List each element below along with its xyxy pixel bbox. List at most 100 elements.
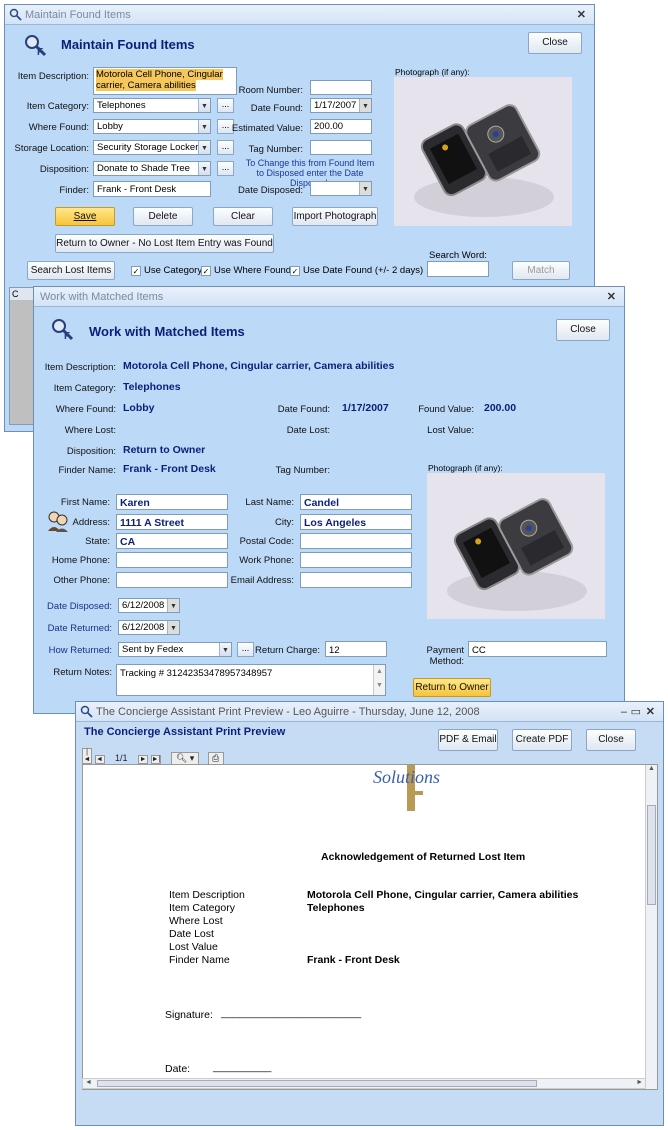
next-page-button[interactable]: ► <box>138 755 149 764</box>
date-found-picker[interactable]: 1/17/2007 ▼ <box>310 98 372 113</box>
search-lost-items-button[interactable]: Search Lost Items <box>27 261 115 280</box>
other-phone-field[interactable] <box>116 572 228 588</box>
use-date-found-checkbox[interactable]: ✓ Use Date Found (+/- 2 days) <box>290 265 423 276</box>
address-field[interactable]: 1111 A Street <box>116 514 228 530</box>
chevron-down-icon[interactable]: ▼ <box>198 99 210 112</box>
preview-page-area: Solutions Acknowledgement of Returned Lo… <box>82 764 658 1090</box>
search-word-field[interactable] <box>427 261 489 277</box>
home-phone-field[interactable] <box>116 552 228 568</box>
city-field[interactable]: Los Angeles <box>300 514 412 530</box>
create-pdf-button[interactable]: Create PDF <box>512 729 572 751</box>
work-phone-field[interactable] <box>300 552 412 568</box>
lost-value-label: Lost Value: <box>427 425 474 436</box>
scroll-thumb[interactable] <box>647 805 656 905</box>
room-number-field[interactable] <box>310 80 372 95</box>
date-returned-label: Date Returned: <box>47 623 112 634</box>
close-icon[interactable]: ✕ <box>646 702 655 722</box>
prev-page-button[interactable]: ◄ <box>94 755 105 764</box>
chevron-down-icon[interactable]: ▼ <box>198 162 210 175</box>
close-button[interactable]: Close <box>556 319 610 341</box>
use-category-checkbox[interactable]: ✓ Use Category <box>131 265 202 276</box>
date-disposed-picker[interactable]: 6/12/2008 ▼ <box>118 598 180 613</box>
close-icon[interactable]: ✕ <box>577 5 586 25</box>
search-word-label: Search Word: <box>429 250 487 261</box>
page-heading: The Concierge Assistant Print Preview <box>84 726 286 738</box>
item-category-label: Item Category: <box>53 383 116 394</box>
app-icon <box>80 705 93 718</box>
horizontal-scrollbar[interactable]: ◄ ► <box>82 1078 646 1089</box>
chevron-down-icon[interactable]: ▼ <box>167 621 179 634</box>
postal-code-field[interactable] <box>300 533 412 549</box>
logo-wordmark: Solutions <box>373 767 441 787</box>
chevron-down-icon[interactable]: ▼ <box>359 99 371 112</box>
date-returned-picker[interactable]: 6/12/2008 ▼ <box>118 620 180 635</box>
email-address-field[interactable] <box>300 572 412 588</box>
maximize-icon[interactable]: ▭ <box>631 702 641 722</box>
first-page-button[interactable]: |◄ <box>82 748 92 764</box>
found-value-value: 200.00 <box>484 402 517 414</box>
item-category-select[interactable]: Telephones ▼ <box>93 98 211 113</box>
save-button[interactable]: Save <box>55 207 115 226</box>
finder-name-value: Frank - Front Desk <box>123 463 216 475</box>
item-category-label: Item Category: <box>26 101 89 112</box>
preview-toolbar: |◄ ◄ 1/1 ► ►| 🔍︎ ▾ ⎙ <box>82 748 224 765</box>
disposition-value: Return to Owner <box>123 444 206 456</box>
date-found-label: Date Found: <box>277 404 330 415</box>
notes-scrollbar[interactable]: ▲ ▼ <box>373 665 385 695</box>
clear-button[interactable]: Clear <box>213 207 273 226</box>
where-lost-label: Where Lost: <box>64 425 116 436</box>
document-row-value: Frank - Front Desk <box>307 954 400 966</box>
document-rows: Item Description Motorola Cell Phone, Cin… <box>169 889 629 967</box>
other-phone-label: Other Phone: <box>53 575 110 586</box>
return-to-owner-button[interactable]: Return to Owner - No Lost Item Entry was… <box>55 234 274 253</box>
item-description-label: Item Description: <box>44 362 116 373</box>
date-disposed-picker[interactable]: ▼ <box>310 181 372 196</box>
svg-text:F: F <box>64 331 70 342</box>
disposition-label: Disposition: <box>66 446 116 457</box>
magnifier-found-icon: F <box>25 35 47 58</box>
last-page-button[interactable]: ►| <box>150 755 161 764</box>
use-where-found-checkbox[interactable]: ✓ Use Where Found <box>201 265 291 276</box>
close-button[interactable]: Close <box>586 729 636 751</box>
how-returned-select[interactable]: Sent by Fedex ▼ <box>118 642 232 657</box>
chevron-down-icon[interactable]: ▼ <box>198 120 210 133</box>
last-name-field[interactable]: Candel <box>300 494 412 510</box>
import-photograph-button[interactable]: Import Photograph <box>292 207 378 226</box>
page-heading: Maintain Found Items <box>61 37 195 52</box>
title-bar: Maintain Found Items ✕ <box>5 5 594 25</box>
how-returned-label: How Returned: <box>48 645 112 656</box>
chevron-down-icon[interactable]: ▼ <box>219 643 231 656</box>
return-to-owner-button[interactable]: Return to Owner <box>413 678 491 697</box>
scroll-right-icon[interactable]: ► <box>636 1079 643 1086</box>
return-charge-label: Return Charge: <box>255 645 320 656</box>
estimated-value-field[interactable]: 200.00 <box>310 119 372 134</box>
chevron-down-icon[interactable]: ▼ <box>359 182 371 195</box>
close-icon[interactable]: ✕ <box>607 287 616 307</box>
first-name-field[interactable]: Karen <box>116 494 228 510</box>
where-found-label: Where Found: <box>55 404 116 415</box>
disposition-more-button[interactable]: ... <box>217 161 234 176</box>
finder-field[interactable]: Frank - Front Desk <box>93 181 211 197</box>
item-description-field[interactable]: Motorola Cell Phone, Cingular carrier, C… <box>93 67 237 95</box>
scroll-left-icon[interactable]: ◄ <box>85 1079 92 1086</box>
delete-button[interactable]: Delete <box>133 207 193 226</box>
return-notes-textarea[interactable]: Tracking # 31242353478957348957 ▲ ▼ <box>116 664 386 696</box>
where-found-select[interactable]: Lobby ▼ <box>93 119 211 134</box>
payment-method-field[interactable]: CC <box>468 641 607 657</box>
scroll-up-icon[interactable]: ▲ <box>646 765 657 772</box>
chevron-down-icon[interactable]: ▼ <box>167 599 179 612</box>
close-button[interactable]: Close <box>528 32 582 54</box>
scroll-thumb[interactable] <box>97 1080 537 1087</box>
chevron-down-icon[interactable]: ▼ <box>198 141 210 154</box>
disposition-select[interactable]: Donate to Shade Tree ▼ <box>93 161 211 176</box>
pdf-email-button[interactable]: PDF & Email <box>438 729 498 751</box>
document-row: Item Category Telephones <box>169 902 629 915</box>
vertical-scrollbar[interactable]: ▲ <box>645 765 657 1089</box>
match-button[interactable]: Match <box>512 261 570 280</box>
state-field[interactable]: CA <box>116 533 228 549</box>
minimize-icon[interactable]: – <box>621 702 627 722</box>
storage-location-select[interactable]: Security Storage Locker ▼ <box>93 140 211 155</box>
tag-number-field[interactable] <box>310 140 372 155</box>
return-notes-label: Return Notes: <box>53 667 112 678</box>
return-charge-field[interactable]: 12 <box>325 641 387 657</box>
